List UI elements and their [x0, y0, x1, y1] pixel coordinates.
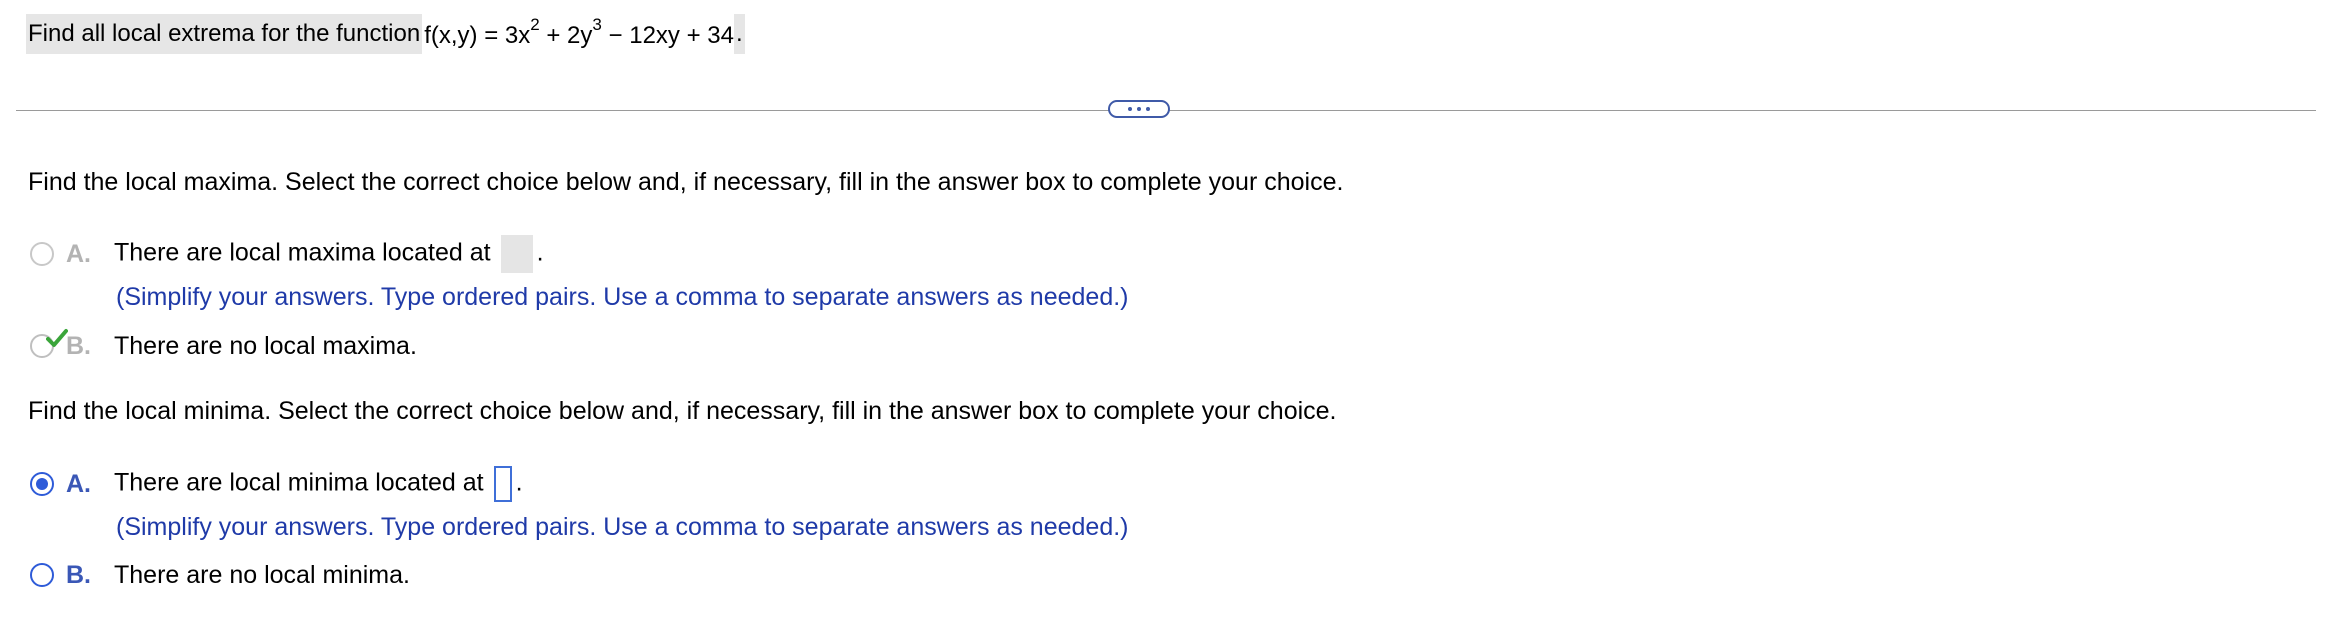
minima-letter-b: B.	[66, 560, 91, 589]
maxima-choice-b-text: There are no local maxima.	[114, 331, 417, 360]
maxima-radio-a[interactable]	[30, 242, 54, 266]
minima-radio-a[interactable]	[30, 472, 54, 496]
maxima-hint: (Simplify your answers. Type ordered pai…	[116, 283, 1129, 311]
maxima-answer-box	[500, 235, 533, 273]
minima-choice-a-period: .	[515, 468, 523, 497]
dot-icon	[1128, 107, 1132, 111]
check-icon	[46, 329, 68, 347]
minima-choice-b-text: There are no local minima.	[114, 560, 410, 589]
minima-hint: (Simplify your answers. Type ordered pai…	[116, 513, 1129, 541]
maxima-prompt: Find the local maxima. Select the correc…	[28, 168, 1344, 196]
minima-choice-a-label: There are local minima located at	[114, 468, 484, 497]
question-intro: Find all local extrema for the function	[26, 14, 423, 54]
exponent-2: 3	[592, 14, 602, 34]
dot-icon	[1137, 107, 1141, 111]
function-name: f(x,y)	[424, 21, 478, 49]
maxima-choice-a-period: .	[536, 238, 544, 267]
expr-part-1: = 3x	[477, 21, 531, 49]
function-expression: f(x,y) = 3x2 + 2y3 − 12xy + 34	[424, 15, 734, 50]
maxima-choice-a-text: There are local maxima located at.	[114, 235, 544, 273]
expr-part-2: + 2y	[539, 21, 593, 49]
minima-radio-b[interactable]	[30, 563, 54, 587]
maxima-choice-b[interactable]: B. There are no local maxima.	[30, 328, 417, 364]
maxima-choice-a[interactable]: A. There are local maxima located at.	[30, 235, 544, 273]
expr-part-3: − 12xy + 34	[601, 21, 734, 49]
minima-choice-a-text: There are local minima located at.	[114, 466, 523, 502]
exponent-1: 2	[530, 14, 540, 34]
maxima-radio-b[interactable]	[30, 329, 68, 358]
minima-prompt: Find the local minima. Select the correc…	[28, 397, 1337, 425]
minima-answer-input[interactable]	[493, 466, 512, 502]
question-text: Find all local extrema for the function …	[26, 10, 745, 58]
maxima-choice-a-label: There are local maxima located at	[114, 238, 491, 267]
maxima-letter-b: B.	[66, 331, 91, 360]
minima-choice-b[interactable]: B. There are no local minima.	[30, 557, 410, 593]
question-period: .	[733, 14, 745, 54]
dot-icon	[1146, 107, 1150, 111]
maxima-letter-a: A.	[66, 239, 91, 268]
minima-choice-a[interactable]: A. There are local minima located at.	[30, 466, 523, 502]
minima-letter-a: A.	[66, 469, 91, 498]
more-options-button[interactable]	[1108, 100, 1170, 118]
